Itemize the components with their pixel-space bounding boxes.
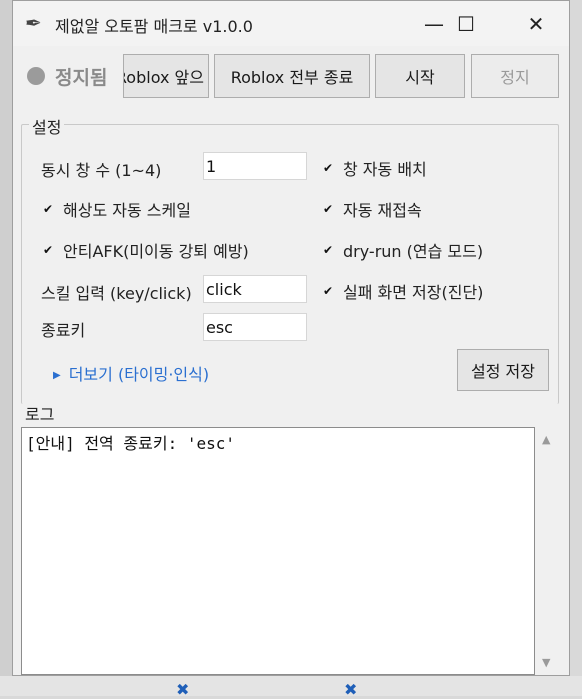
save-settings-button[interactable]: 설정 저장 xyxy=(457,349,549,391)
window-title: 제없알 오토팜 매크로 v1.0.0 xyxy=(55,17,253,36)
background-app-bottom xyxy=(0,676,582,696)
roblox-bring-front-button[interactable]: Roblox 앞으 xyxy=(123,54,209,98)
close-button[interactable]: ✕ xyxy=(513,1,559,46)
checkmark-icon xyxy=(321,202,335,216)
auto-reconnect-label: 자동 재접속 xyxy=(343,201,422,220)
start-label: 시작 xyxy=(405,68,435,87)
concurrent-windows-label: 동시 창 수 (1~4) xyxy=(41,161,162,180)
exit-key-label: 종료키 xyxy=(41,321,86,340)
stop-button[interactable]: 정지 xyxy=(471,54,559,98)
checkmark-icon xyxy=(321,243,335,257)
start-button[interactable]: 시작 xyxy=(375,54,465,98)
title-bar[interactable]: ✒ 제없알 오토팜 매크로 v1.0.0 — ☐ ✕ xyxy=(13,1,569,46)
checkmark-icon xyxy=(41,202,55,216)
log-scrollbar[interactable]: ▲ ▼ xyxy=(537,427,559,675)
save-fail-screen-label: 실패 화면 저장(진단) xyxy=(343,283,484,302)
auto-arrange-checkbox[interactable]: 창 자동 배치 xyxy=(321,156,427,180)
maximize-button[interactable]: ☐ xyxy=(443,1,489,46)
anti-afk-checkbox[interactable]: 안티AFK(미이동 강퇴 예방) xyxy=(41,238,249,262)
roblox-quit-all-button[interactable]: Roblox 전부 종료 xyxy=(214,54,370,98)
feather-icon: ✒ xyxy=(25,11,42,35)
roblox-quit-all-label: Roblox 전부 종료 xyxy=(230,68,354,87)
checkmark-icon xyxy=(321,284,335,298)
exit-key-input[interactable] xyxy=(203,313,307,341)
dry-run-label: dry-run (연습 모드) xyxy=(343,242,484,261)
status-indicator-dot xyxy=(27,67,45,85)
roblox-bring-front-label: Roblox 앞으 xyxy=(123,68,204,87)
background-x-icon: ✖ xyxy=(176,680,190,699)
resolution-scale-checkbox[interactable]: 해상도 자동 스케일 xyxy=(41,197,191,221)
save-settings-label: 설정 저장 xyxy=(471,362,535,381)
log-title: 로그 xyxy=(25,405,55,424)
auto-arrange-label: 창 자동 배치 xyxy=(343,160,427,179)
more-settings-toggle[interactable]: ▶ 더보기 (타이밍·인식) xyxy=(53,361,209,385)
skill-input-field[interactable] xyxy=(203,275,307,303)
auto-reconnect-checkbox[interactable]: 자동 재접속 xyxy=(321,197,422,221)
save-fail-screen-checkbox[interactable]: 실패 화면 저장(진단) xyxy=(321,279,483,303)
checkmark-icon xyxy=(321,161,335,175)
concurrent-windows-input[interactable] xyxy=(203,152,307,180)
background-x-icon: ✖ xyxy=(344,680,358,699)
app-window: ✒ 제없알 오토팜 매크로 v1.0.0 — ☐ ✕ 정지됨 Roblox 앞으… xyxy=(12,0,570,676)
resolution-scale-label: 해상도 자동 스케일 xyxy=(63,201,191,220)
log-textarea[interactable]: [안내] 전역 종료키: 'esc' xyxy=(21,427,535,675)
background-app xyxy=(0,0,12,676)
status-label: 정지됨 xyxy=(55,67,108,89)
expand-arrow-icon: ▶ xyxy=(53,370,61,381)
more-settings-label: 더보기 (타이밍·인식) xyxy=(68,365,210,384)
anti-afk-label: 안티AFK(미이동 강퇴 예방) xyxy=(63,242,249,261)
scroll-up-icon[interactable]: ▲ xyxy=(542,433,550,446)
settings-group-title: 설정 xyxy=(29,114,65,138)
scroll-down-icon[interactable]: ▼ xyxy=(542,656,550,669)
stop-label: 정지 xyxy=(500,68,530,87)
checkmark-icon xyxy=(41,243,55,257)
skill-input-label: 스킬 입력 (key/click) xyxy=(41,284,192,303)
dry-run-checkbox[interactable]: dry-run (연습 모드) xyxy=(321,238,483,262)
